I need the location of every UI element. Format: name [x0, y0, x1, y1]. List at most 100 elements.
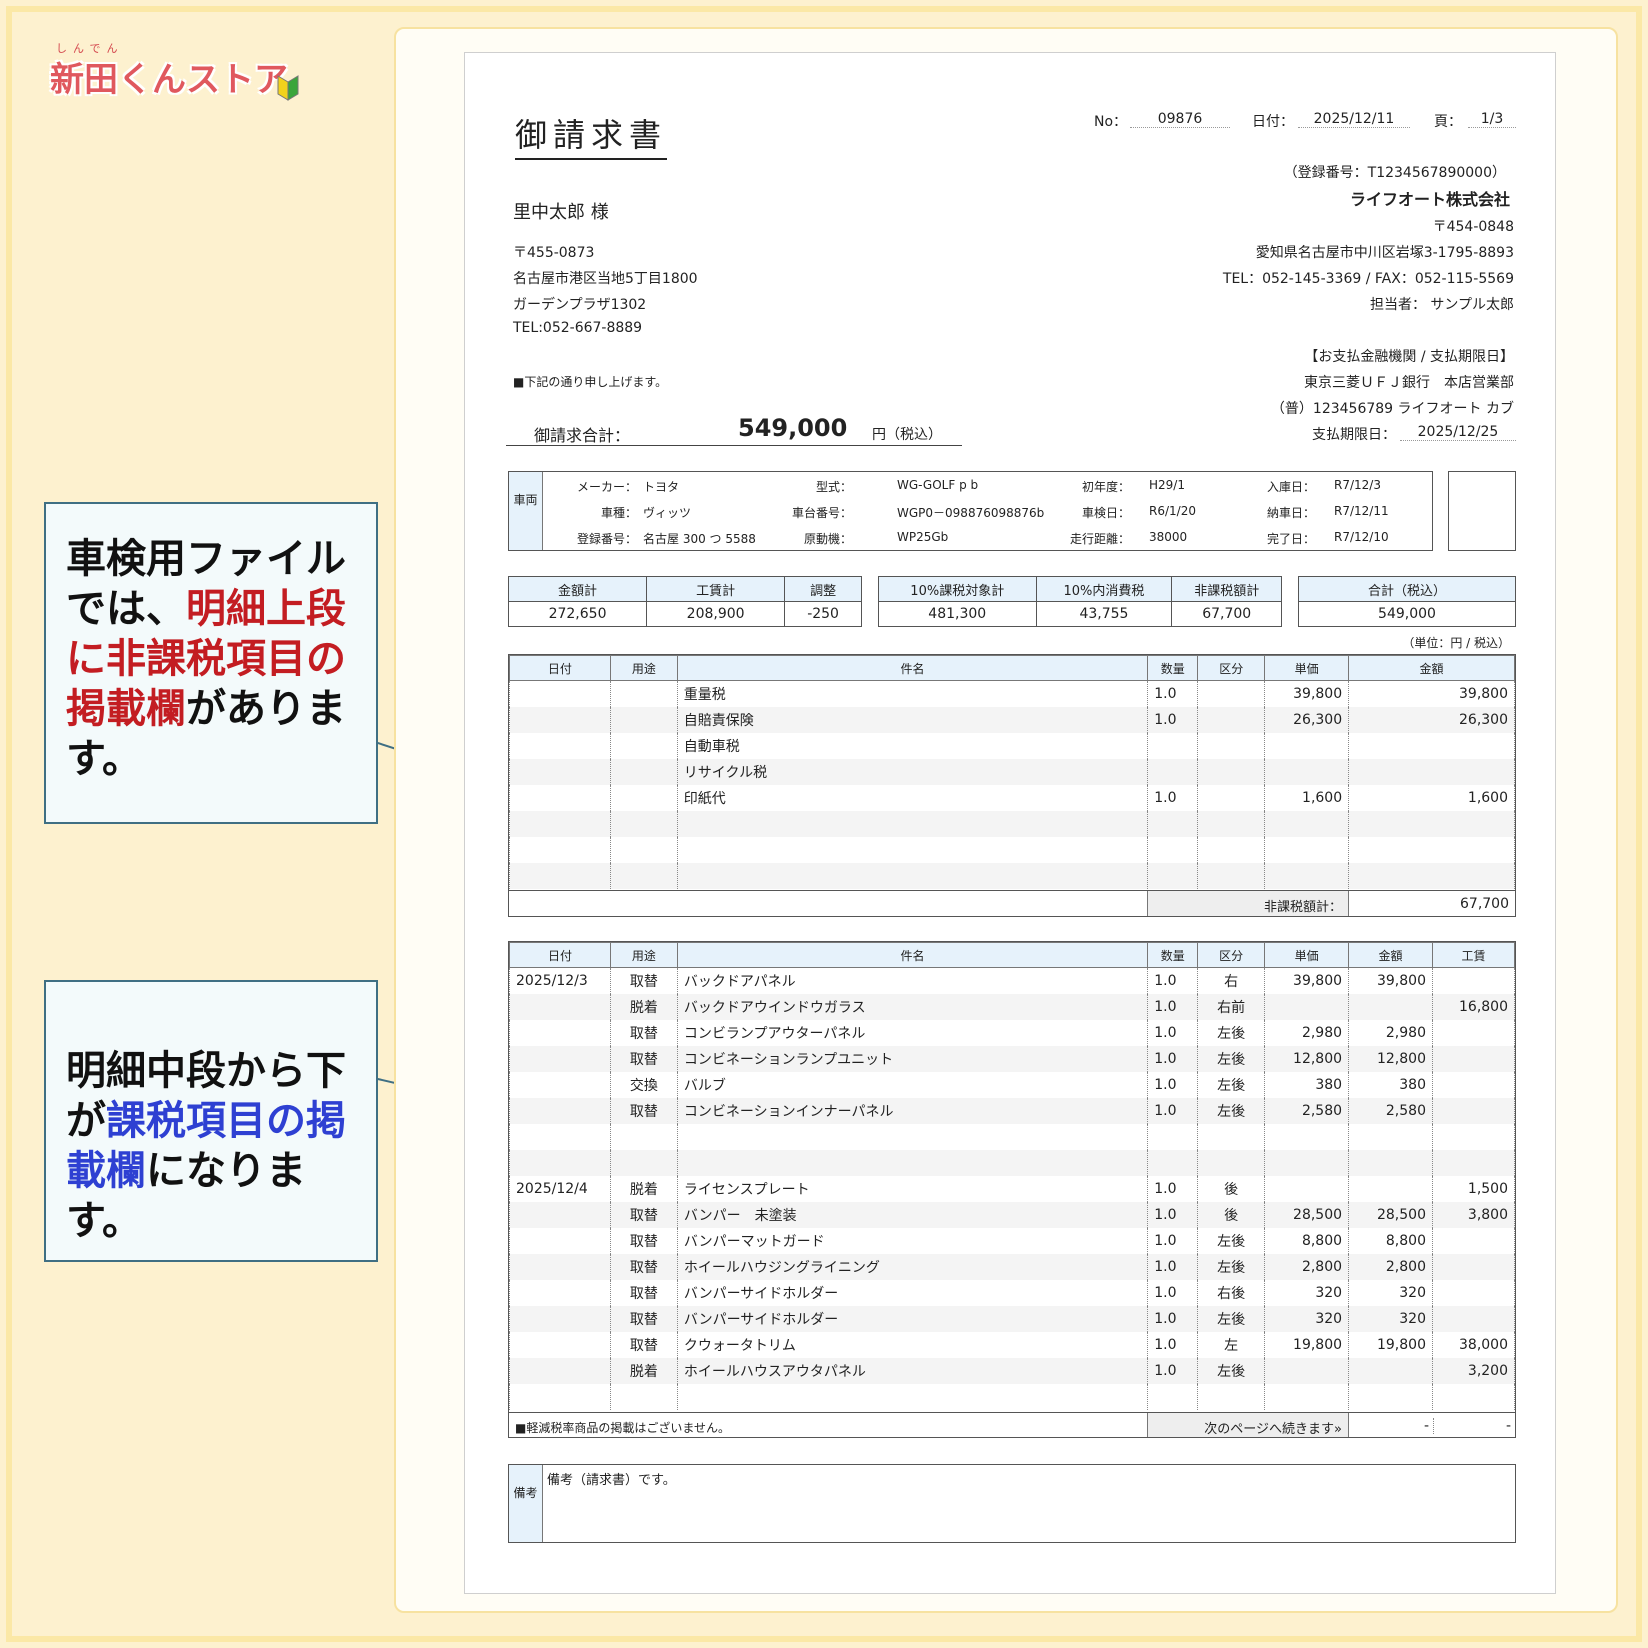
taxed-cell [609, 1149, 678, 1176]
nontax-cell: 1.0 [1147, 784, 1199, 811]
callout-nontax: 車検用ファイルでは、明細上段に非課税項目の掲載欄があります。 [44, 502, 378, 824]
taxed-cell: 320 [1348, 1279, 1433, 1306]
due-label: 支払期限日： [1312, 427, 1396, 443]
nontax-cell [1197, 862, 1266, 889]
nontax-cell: リサイクル税 [676, 758, 1149, 785]
taxed-cell [1431, 1279, 1515, 1306]
nontax-cell [1264, 758, 1350, 785]
taxed-cell: 16,800 [1431, 993, 1515, 1020]
nontax-column-header: 数量 [1147, 655, 1199, 681]
taxed-cell [1431, 1123, 1515, 1150]
nontax-cell [1147, 836, 1199, 863]
taxed-cell: 取替 [609, 1331, 678, 1358]
taxed-cell: 右前 [1197, 993, 1266, 1020]
vehicle-field-label: 走行距離： [1069, 532, 1130, 546]
taxed-cell: バンパー 未塗装 [676, 1201, 1149, 1228]
taxed-cell: 2,800 [1264, 1253, 1350, 1280]
nontax-table: 日付 用途 件名 数量 区分 単価 金額 重量税 1.0 39,800 39,800 自賠責保険 1.… [508, 654, 1516, 917]
vehicle-field-label: 型式： [815, 480, 852, 494]
taxed-cell [1197, 1123, 1266, 1150]
nontax-cell [509, 706, 611, 733]
summary-group-1: 金額計 工賃計 調整 272,650 208,900 -250 [507, 576, 862, 627]
nontax-cell: 39,800 [1348, 680, 1515, 707]
nontax-cell [676, 836, 1149, 863]
nontax-cell [509, 732, 611, 759]
taxed-cell: ホイールハウスアウタパネル [676, 1357, 1149, 1384]
invoice-date: 2025/12/11 [1298, 111, 1410, 128]
taxed-cell [509, 1279, 611, 1306]
taxed-footer-note: ■軽減税率商品の掲載はございません。 [515, 1421, 730, 1435]
taxed-cell [1348, 1383, 1433, 1410]
issuer-registration: （登録番号：T1234567890000） [1283, 165, 1506, 181]
vehicle-field-value: トヨタ [643, 480, 680, 494]
taxed-cell [509, 1253, 611, 1280]
summary-value: 43,755 [1035, 601, 1173, 627]
taxed-cell: 2,580 [1264, 1097, 1350, 1124]
issuer-tel-fax: TEL：052-145-3369 / FAX：052-115-5569 [1222, 271, 1514, 287]
nontax-row: 自賠責保険 1.0 26,300 26,300 [509, 706, 1515, 733]
bank-name: 東京三菱ＵＦＪ銀行 本店営業部 [1304, 375, 1514, 391]
nontax-cell [1197, 836, 1266, 863]
vehicle-field-value: H29/1 [1149, 478, 1185, 492]
invoice-total-label: 御請求合計： [534, 426, 631, 445]
taxed-row: 2025/12/4 脱着 ライセンスプレート 1.0 後 1,500 [509, 1175, 1515, 1202]
nontax-cell [1264, 836, 1350, 863]
summary-value: 272,650 [507, 601, 648, 627]
vehicle-field-label: 入庫日： [1266, 480, 1315, 494]
taxed-cell: コンビランプアウターパネル [676, 1019, 1149, 1046]
bank-account: （普）123456789 ライフオート カブ [1270, 401, 1514, 417]
vehicle-info: 車両 メーカー： トヨタ 車種： ヴィッツ 登録番号： 名古屋 300 つ 5588 型式：… [508, 471, 1433, 551]
taxed-row: 取替 コンビランプアウターパネル 1.0 左後 2,980 2,980 [509, 1019, 1515, 1046]
customer-address-1: 名古屋市港区当地5丁目1800 [513, 271, 698, 287]
nontax-cell [509, 784, 611, 811]
taxed-cell: 左後 [1197, 1227, 1266, 1254]
nontax-cell: 1,600 [1264, 784, 1350, 811]
nontax-cell [509, 758, 611, 785]
nontax-cell: 自動車税 [676, 732, 1149, 759]
nontax-footer: 非課税額計： 67,700 [509, 890, 1515, 916]
nontax-cell [1197, 784, 1266, 811]
taxed-cell [509, 1097, 611, 1124]
customer-zip: 〒455-0873 [513, 245, 595, 261]
taxed-cell: 1.0 [1147, 1201, 1199, 1228]
invoice-note: ■下記の通り申し上げます。 [513, 375, 668, 389]
taxed-cell: 後 [1197, 1175, 1266, 1202]
taxed-cell: 1.0 [1147, 1331, 1199, 1358]
summary-value: -250 [784, 601, 862, 627]
invoice-total-unit: 円（税込） [872, 427, 942, 443]
taxed-row: 取替 バンパーサイドホルダー 1.0 左後 320 320 [509, 1305, 1515, 1332]
nontax-cell [676, 862, 1149, 889]
taxed-cell: 後 [1197, 1201, 1266, 1228]
nontax-cell [1147, 810, 1199, 837]
taxed-cell: 1.0 [1147, 1279, 1199, 1306]
taxed-cell: 取替 [609, 1305, 678, 1332]
taxed-cell: 39,800 [1348, 967, 1433, 994]
taxed-row: 2025/12/3 取替 バックドアパネル 1.0 右 39,800 39,800 [509, 967, 1515, 994]
taxed-cell: 12,800 [1264, 1045, 1350, 1072]
summary-grand-total: 合計（税込） 549,000 [1298, 576, 1516, 627]
taxed-column-header: 用途 [609, 942, 678, 968]
vehicle-field-value: R7/12/10 [1334, 530, 1389, 544]
taxed-cell [676, 1149, 1149, 1176]
taxed-cell: 320 [1348, 1305, 1433, 1332]
nontax-cell [1197, 732, 1266, 759]
vehicle-field-value: WP25Gb [897, 530, 949, 544]
taxed-column-header: 数量 [1147, 942, 1199, 968]
nontax-cell [609, 810, 678, 837]
nontax-cell [1264, 732, 1350, 759]
nontax-cell [1147, 732, 1199, 759]
taxed-cell: 脱着 [609, 1175, 678, 1202]
nontax-cell [1197, 810, 1266, 837]
taxed-cell [1431, 967, 1515, 994]
taxed-cell [1264, 1149, 1350, 1176]
nontax-cell: 重量税 [676, 680, 1149, 707]
vehicle-field-value: 38000 [1149, 530, 1188, 544]
vehicle-field-label: 原動機： [803, 532, 852, 546]
taxed-cell: 2,580 [1348, 1097, 1433, 1124]
taxed-cell: 320 [1264, 1305, 1350, 1332]
taxed-cell: バンパーサイドホルダー [676, 1279, 1149, 1306]
issuer-zip: 〒454-0848 [1432, 219, 1514, 235]
nontax-total-value: 67,700 [1460, 896, 1509, 912]
taxed-cell: 39,800 [1264, 967, 1350, 994]
taxed-cell [509, 1305, 611, 1332]
